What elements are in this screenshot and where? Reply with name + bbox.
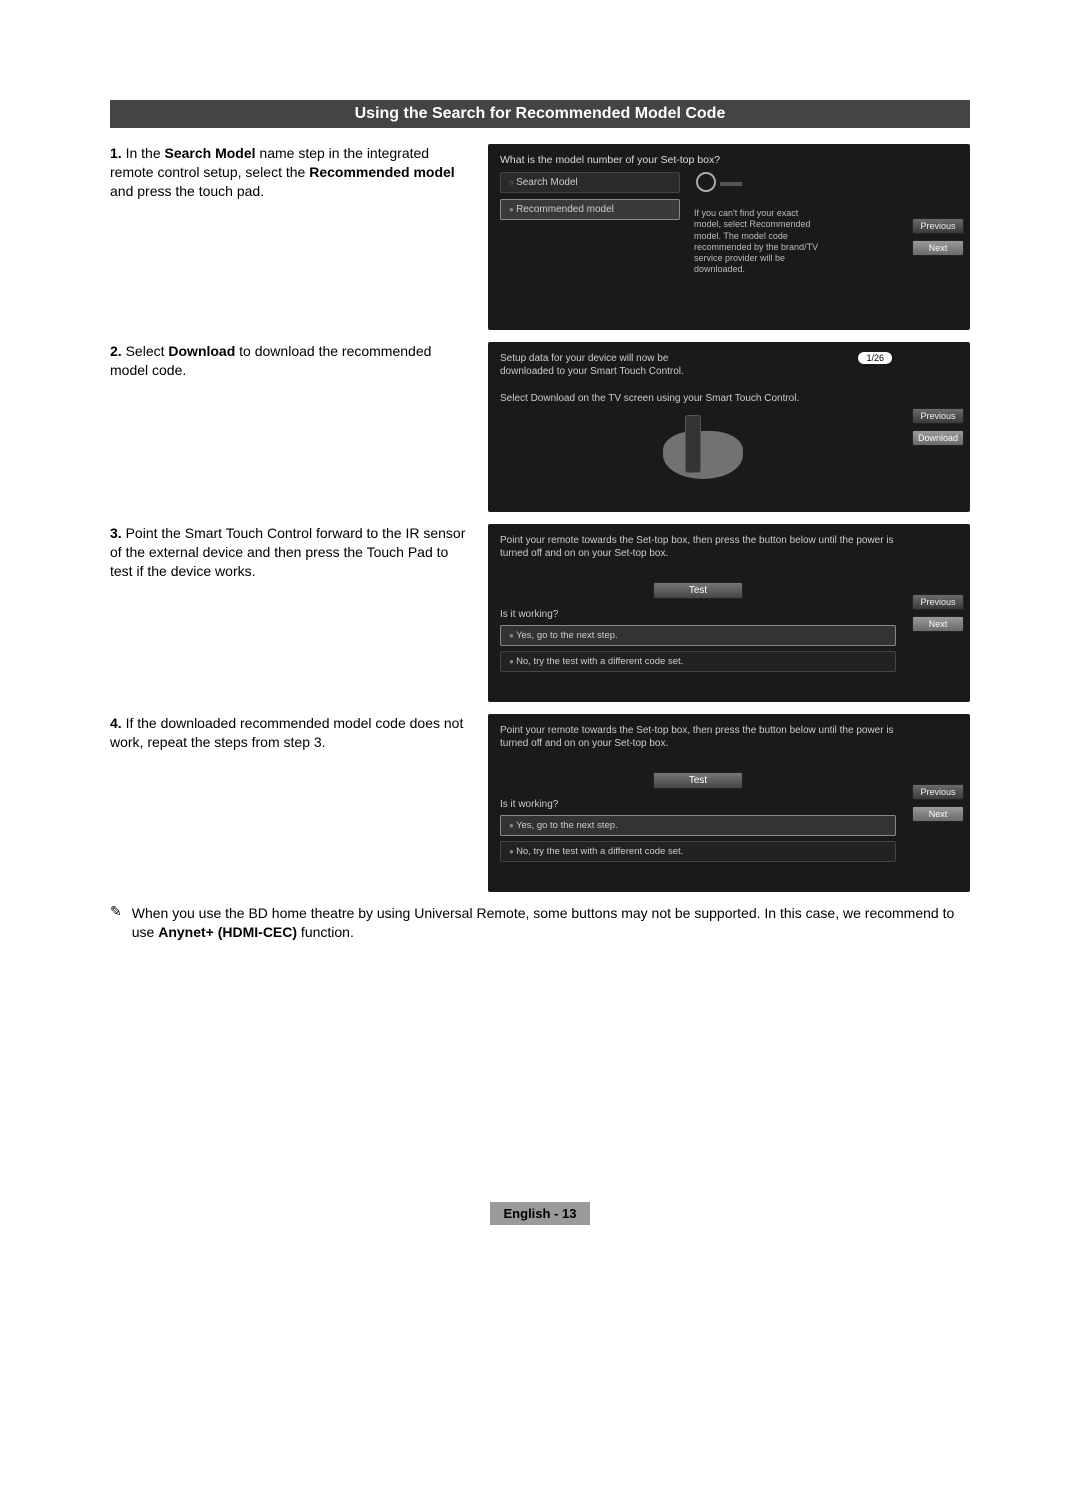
is-it-working-label: Is it working? xyxy=(500,799,896,810)
step-4-row: 4. If the downloaded recommended model c… xyxy=(110,714,970,892)
previous-button[interactable]: Previous xyxy=(912,218,964,234)
step-4-number: 4. xyxy=(110,715,122,731)
screen-1-helper-text: If you can't find your exact model, sele… xyxy=(694,208,824,276)
test-button[interactable]: Test xyxy=(653,772,743,789)
screen-2-line2: Select Download on the TV screen using y… xyxy=(500,392,896,405)
is-it-working-label: Is it working? xyxy=(500,609,896,620)
page-number: English - 13 xyxy=(490,1202,591,1225)
choice-yes[interactable]: Yes, go to the next step. xyxy=(500,815,896,836)
choice-no[interactable]: No, try the test with a different code s… xyxy=(500,651,896,672)
step-1-number: 1. xyxy=(110,145,122,161)
choice-no[interactable]: No, try the test with a different code s… xyxy=(500,841,896,862)
screen-1: What is the model number of your Set-top… xyxy=(488,144,970,330)
section-header: Using the Search for Recommended Model C… xyxy=(110,100,970,128)
next-button[interactable]: Next xyxy=(912,806,964,822)
hand-remote-illustration xyxy=(633,413,763,483)
download-button[interactable]: Download xyxy=(912,430,964,446)
step-1-row: 1. In the Search Model name step in the … xyxy=(110,144,970,330)
choice-yes[interactable]: Yes, go to the next step. xyxy=(500,625,896,646)
page-footer: English - 13 xyxy=(110,1202,970,1225)
screen-1-question: What is the model number of your Set-top… xyxy=(500,154,896,166)
step-3-text: 3. Point the Smart Touch Control forward… xyxy=(110,524,470,702)
previous-button[interactable]: Previous xyxy=(912,594,964,610)
next-button[interactable]: Next xyxy=(912,240,964,256)
step-3-row: 3. Point the Smart Touch Control forward… xyxy=(110,524,970,702)
touchpad-icon xyxy=(696,172,716,192)
step-2-row: 2. Select Download to download the recom… xyxy=(110,342,970,512)
note: ✎ When you use the BD home theatre by us… xyxy=(110,904,970,942)
test-button[interactable]: Test xyxy=(653,582,743,599)
screen-2: 1/26 Setup data for your device will now… xyxy=(488,342,970,512)
option-search-model[interactable]: Search Model xyxy=(500,172,680,193)
screen-4-instruction: Point your remote towards the Set-top bo… xyxy=(500,724,896,750)
screen-4: Point your remote towards the Set-top bo… xyxy=(488,714,970,892)
step-3-number: 3. xyxy=(110,525,122,541)
option-recommended-model[interactable]: Recommended model xyxy=(500,199,680,220)
note-icon: ✎ xyxy=(110,904,122,942)
previous-button[interactable]: Previous xyxy=(912,784,964,800)
step-2-number: 2. xyxy=(110,343,122,359)
step-1-text: 1. In the Search Model name step in the … xyxy=(110,144,470,330)
screen-3: Point your remote towards the Set-top bo… xyxy=(488,524,970,702)
previous-button[interactable]: Previous xyxy=(912,408,964,424)
step-2-text: 2. Select Download to download the recom… xyxy=(110,342,470,512)
progress-counter: 1/26 xyxy=(858,352,892,364)
screen-3-instruction: Point your remote towards the Set-top bo… xyxy=(500,534,896,560)
screen-2-line1: Setup data for your device will now be d… xyxy=(500,352,720,378)
note-text: When you use the BD home theatre by usin… xyxy=(132,904,970,942)
step-4-text: 4. If the downloaded recommended model c… xyxy=(110,714,470,892)
next-button[interactable]: Next xyxy=(912,616,964,632)
